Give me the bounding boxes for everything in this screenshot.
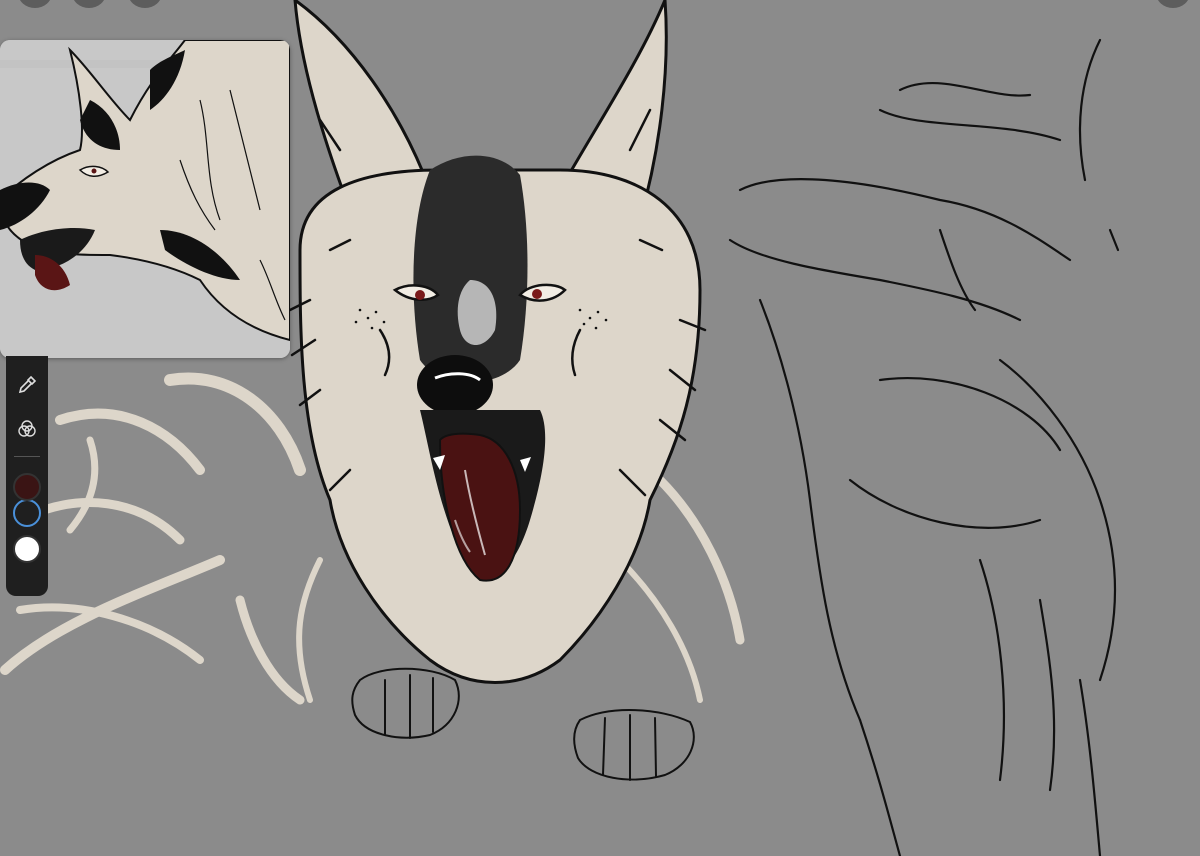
reference-image bbox=[0, 40, 290, 358]
eyedropper-icon[interactable] bbox=[14, 372, 40, 398]
tertiary-color-swatch[interactable] bbox=[13, 535, 41, 563]
primary-color-swatch[interactable] bbox=[13, 473, 41, 501]
color-mixer-icon[interactable] bbox=[14, 416, 40, 442]
toolbar-divider bbox=[14, 456, 40, 457]
procreate-app bbox=[0, 0, 1200, 856]
side-toolbar bbox=[6, 356, 48, 596]
reference-window[interactable] bbox=[0, 40, 290, 358]
secondary-color-swatch[interactable] bbox=[13, 499, 41, 527]
